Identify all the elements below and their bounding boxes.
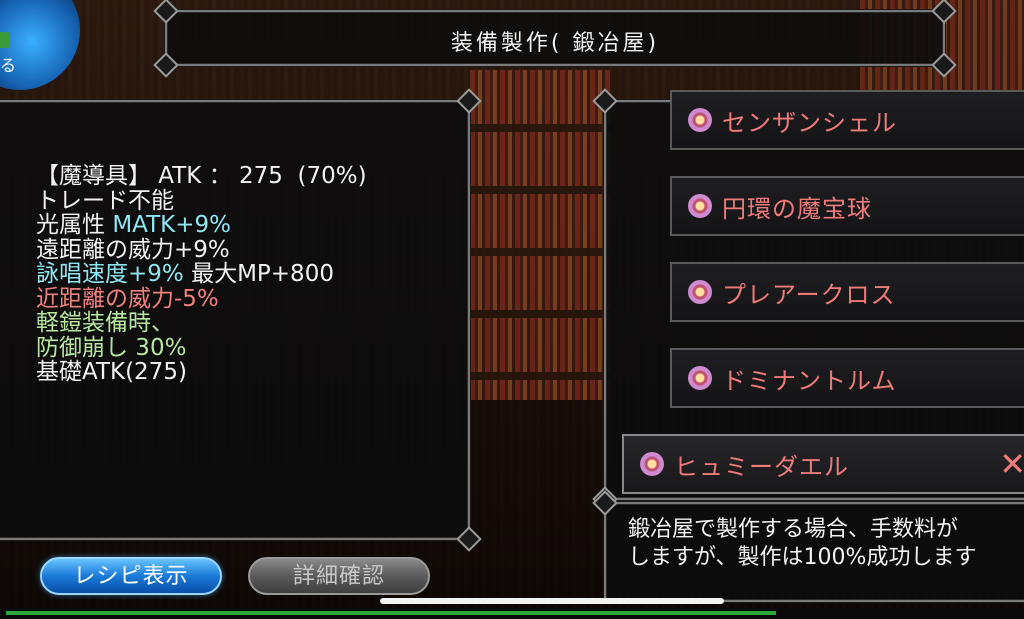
stat-segment: 最大MP+800 [183,261,334,287]
stat-line: トレード不能 [36,187,174,214]
material-orb-icon [688,366,712,390]
home-indicator[interactable] [380,598,724,604]
badge-icon [0,32,10,48]
item-stats-text: 【魔導具】 ATK ： 275 (70%) トレード不能 光属性 MATK+9% 遠距… [36,164,367,385]
recipe-item-label: センザンシェル [722,108,897,137]
detail-check-button[interactable]: 詳細確認 [248,557,430,595]
description-panel: 鍛冶屋で製作する場合、手数料が しますが、製作は100%成功します [592,490,1024,602]
material-orb-icon [688,280,712,304]
stat-line: 防御崩し 30% [36,334,187,361]
stat-line: 光属性 MATK+9% [36,213,367,238]
material-orb-icon [688,108,712,132]
title-bar: 装備製作( 鍛冶屋) [153,0,957,78]
description-text: 鍛冶屋で製作する場合、手数料が しますが、製作は100%成功します [628,517,977,570]
recipe-item-label: ドミナントルム [722,366,897,395]
stat-line: 近距離の威力-5% [36,285,219,312]
recipe-item[interactable]: センザンシェル [670,90,1024,150]
recipe-list-panel: センザンシェル 円環の魔宝球 プレアークロス ドミナントルム ヒュミーダエル ✕ [592,88,1024,512]
bookshelf-background [470,70,610,400]
menu-orb-label: る [0,56,17,75]
stat-line: 遠距離の威力+9% [36,236,230,263]
stat-segment: 詠唱速度+9% [36,261,184,287]
window-title: 装備製作( 鍛冶屋) [450,31,660,56]
recipe-item[interactable]: 円環の魔宝球 [670,176,1024,236]
recipe-item-selected[interactable]: ヒュミーダエル ✕ [622,434,1024,494]
menu-orb[interactable] [0,0,80,90]
stat-line: 基礎ATK(275) [36,359,187,385]
recipe-item-label: ヒュミーダエル [674,452,849,481]
recipe-item-label: 円環の魔宝球 [722,194,872,223]
stat-line: 詠唱速度+9% 最大MP+800 [36,262,367,287]
stat-segment: MATK+9% [112,212,231,238]
recipe-item[interactable]: ドミナントルム [670,348,1024,408]
stat-segment: 光属性 [36,212,113,238]
stat-line: 軽鎧装備時、 [36,310,174,336]
material-orb-icon [640,452,664,476]
item-stats-panel: 【魔導具】 ATK ： 275 (70%) トレード不能 光属性 MATK+9% 遠距… [0,88,482,552]
stat-line: 【魔導具】 ATK ： 275 (70%) [36,163,367,189]
material-orb-icon [688,194,712,218]
close-icon[interactable]: ✕ [999,446,1024,482]
show-recipe-button[interactable]: レシピ表示 [40,557,222,595]
frame-ornament [153,0,179,24]
recipe-item-label: プレアークロス [722,280,896,309]
progress-fill [6,611,776,615]
frame-ornament [456,526,482,552]
recipe-item[interactable]: プレアークロス [670,262,1024,322]
